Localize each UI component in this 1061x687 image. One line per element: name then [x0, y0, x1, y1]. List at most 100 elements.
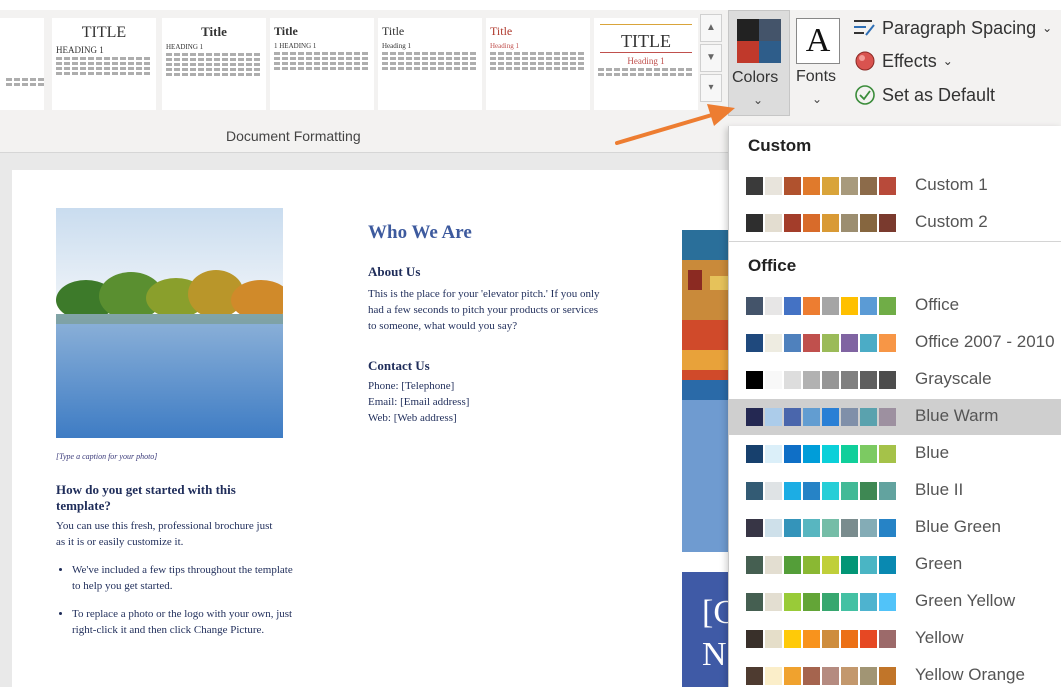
style-thumb-title: Title	[382, 24, 405, 38]
style-thumb-1[interactable]: TITLE HEADING 1	[52, 18, 156, 110]
about-heading: About Us	[368, 264, 421, 279]
color-swatch	[879, 519, 896, 537]
theme-row-yellow-orange[interactable]: Yellow Orange	[729, 658, 1061, 687]
color-swatch	[822, 445, 839, 463]
color-swatch	[803, 519, 820, 537]
color-swatch	[803, 667, 820, 685]
color-swatch	[746, 177, 763, 195]
color-swatch	[765, 593, 782, 611]
color-swatch	[765, 408, 782, 426]
theme-row-blue-ii[interactable]: Blue II	[729, 473, 1061, 509]
group-label-document-formatting: Document Formatting	[226, 128, 361, 144]
color-swatch	[746, 445, 763, 463]
color-strip	[746, 214, 898, 232]
colors-button[interactable]: Colors ⌄	[728, 10, 790, 116]
about-body: This is the place for your 'elevator pit…	[368, 288, 600, 332]
color-swatch	[784, 630, 801, 648]
color-swatch	[765, 371, 782, 389]
theme-row-yellow[interactable]: Yellow	[729, 621, 1061, 657]
theme-row-office-2007-2010[interactable]: Office 2007 - 2010	[729, 325, 1061, 361]
gallery-more-icon[interactable]: ▾	[700, 74, 722, 102]
color-swatch	[860, 556, 877, 574]
paragraph-spacing-label: Paragraph Spacing	[882, 17, 1037, 38]
color-swatch	[803, 408, 820, 426]
photo-caption: [Type a caption for your photo]	[56, 452, 158, 461]
color-swatch	[841, 408, 858, 426]
lake-image	[56, 208, 283, 438]
color-swatch	[803, 556, 820, 574]
color-swatch	[841, 297, 858, 315]
color-swatch	[860, 630, 877, 648]
lake-photo[interactable]	[56, 208, 283, 438]
started-body: You can use this fresh, professional bro…	[56, 520, 273, 548]
color-swatch	[784, 371, 801, 389]
paragraph-spacing-button[interactable]: Paragraph Spacing ⌄	[852, 17, 1052, 39]
color-strip	[746, 593, 898, 611]
fonts-button[interactable]: A Fonts ⌄	[794, 10, 844, 114]
colors-label: Colors	[732, 69, 779, 86]
color-swatch	[746, 667, 763, 685]
theme-name: Yellow	[915, 628, 964, 647]
theme-row-blue-green[interactable]: Blue Green	[729, 510, 1061, 546]
color-swatch	[822, 556, 839, 574]
style-thumb-heading: HEADING 1	[166, 43, 204, 51]
theme-row-blue-warm[interactable]: Blue Warm	[729, 399, 1061, 435]
color-swatch	[784, 214, 801, 232]
color-swatch	[746, 519, 763, 537]
color-swatch	[879, 667, 896, 685]
style-thumb-6[interactable]: TITLE Heading 1	[594, 18, 698, 110]
style-thumb-2[interactable]: Title HEADING 1	[162, 18, 266, 110]
color-swatch	[841, 667, 858, 685]
style-thumb-heading: Heading 1	[490, 42, 519, 50]
style-thumb-4[interactable]: Title Heading 1	[378, 18, 482, 110]
gallery-scroll-down-icon[interactable]: ▼	[700, 44, 722, 72]
theme-row-office[interactable]: Office	[729, 288, 1061, 324]
color-swatch	[822, 177, 839, 195]
effects-icon	[855, 51, 875, 71]
style-thumb-0[interactable]	[0, 18, 44, 110]
color-swatch	[765, 297, 782, 315]
color-swatch	[784, 556, 801, 574]
style-thumb-3[interactable]: Title 1 HEADING 1	[270, 18, 374, 110]
color-swatch	[803, 371, 820, 389]
effects-button[interactable]: Effects ⌄	[854, 50, 953, 72]
style-set-gallery: TITLE HEADING 1 Title HEADING 1 Title 1 …	[0, 14, 700, 114]
color-swatch	[822, 482, 839, 500]
theme-row-grayscale[interactable]: Grayscale	[729, 362, 1061, 398]
color-swatch	[746, 556, 763, 574]
theme-row-custom-2[interactable]: Custom 2	[729, 205, 1061, 241]
theme-row-green[interactable]: Green	[729, 547, 1061, 583]
document-page[interactable]: [Type a caption for your photo] How do y…	[12, 170, 740, 687]
custom-section-heading: Custom	[748, 136, 812, 155]
color-strip	[746, 334, 898, 352]
color-swatch	[841, 519, 858, 537]
gallery-scroll-up-icon[interactable]: ▲	[700, 14, 722, 42]
style-thumb-title: TITLE	[81, 24, 127, 41]
color-swatch	[765, 556, 782, 574]
style-thumb-5[interactable]: Title Heading 1	[486, 18, 590, 110]
color-swatch	[841, 371, 858, 389]
color-swatch	[746, 482, 763, 500]
color-swatch	[803, 334, 820, 352]
theme-name: Green Yellow	[915, 591, 1016, 610]
paragraph-spacing-icon	[854, 20, 875, 36]
color-swatch	[803, 593, 820, 611]
style-thumb-title: TITLE	[621, 31, 671, 51]
theme-row-blue[interactable]: Blue	[729, 436, 1061, 472]
color-swatch	[879, 334, 896, 352]
theme-name: Blue Green	[915, 517, 1001, 536]
theme-name: Yellow Orange	[915, 665, 1025, 684]
theme-row-green-yellow[interactable]: Green Yellow	[729, 584, 1061, 620]
color-swatch	[746, 297, 763, 315]
theme-name: Office 2007 - 2010	[915, 332, 1055, 351]
color-swatch	[841, 593, 858, 611]
theme-row-custom-1[interactable]: Custom 1	[729, 168, 1061, 204]
color-strip	[746, 445, 898, 463]
color-strip	[746, 630, 898, 648]
set-as-default-button[interactable]: Set as Default	[854, 84, 995, 106]
colors-swatch-icon	[737, 19, 781, 63]
color-swatch	[879, 177, 896, 195]
color-swatch	[841, 556, 858, 574]
color-swatch	[841, 445, 858, 463]
color-swatch	[860, 371, 877, 389]
